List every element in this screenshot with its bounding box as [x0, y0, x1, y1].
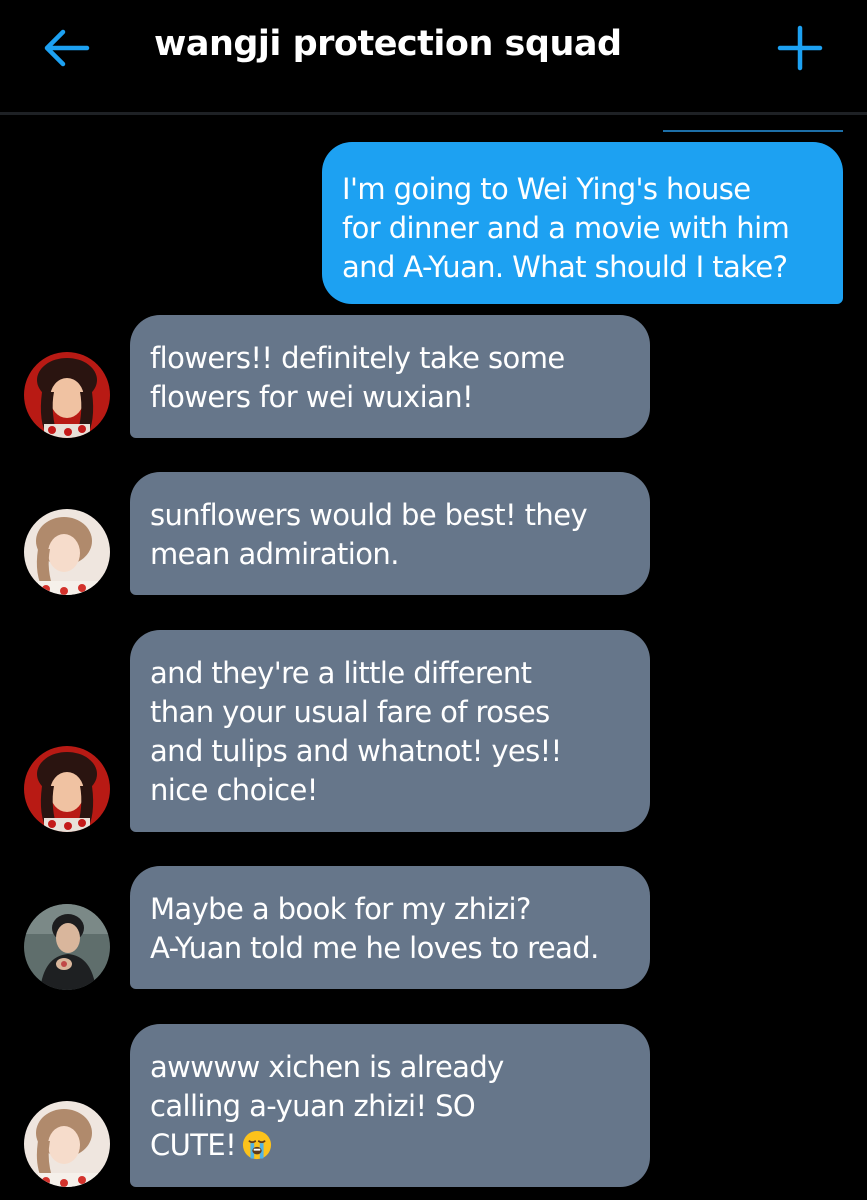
back-button[interactable]: [36, 20, 96, 76]
received-message-bubble[interactable]: awwww xichen is already calling a-yuan z…: [130, 1024, 650, 1187]
sender-avatar[interactable]: [24, 1101, 110, 1187]
sender-avatar[interactable]: [24, 746, 110, 832]
avatar-red-hair-ornament: [24, 746, 110, 832]
message-text: awwww xichen is already calling a-yuan z…: [150, 1050, 504, 1162]
sent-message-bubble[interactable]: I'm going to Wei Ying's house for dinner…: [322, 142, 843, 304]
avatar-light-portrait: [24, 1101, 110, 1187]
received-message-bubble[interactable]: Maybe a book for my zhizi? A-Yuan told m…: [130, 866, 650, 989]
avatar-light-portrait: [24, 509, 110, 595]
sender-avatar[interactable]: [24, 509, 110, 595]
crying-face-emoji: [243, 1130, 272, 1160]
plus-icon: [777, 25, 823, 71]
sender-avatar[interactable]: [24, 904, 110, 990]
received-message-bubble[interactable]: and they're a little different than your…: [130, 630, 650, 832]
received-message-bubble[interactable]: flowers!! definitely take some flowers f…: [130, 315, 650, 438]
chat-header: wangji protection squad: [0, 0, 867, 112]
sender-avatar[interactable]: [24, 352, 110, 438]
avatar-red-hair-ornament: [24, 352, 110, 438]
received-message-bubble[interactable]: sunflowers would be best! they mean admi…: [130, 472, 650, 595]
arrow-left-icon: [44, 29, 90, 67]
avatar-man-dark: [24, 904, 110, 990]
add-button[interactable]: [770, 18, 830, 78]
conversation-title: wangji protection squad: [154, 24, 622, 64]
header-divider: [0, 112, 867, 115]
read-indicator-line: [663, 130, 843, 132]
